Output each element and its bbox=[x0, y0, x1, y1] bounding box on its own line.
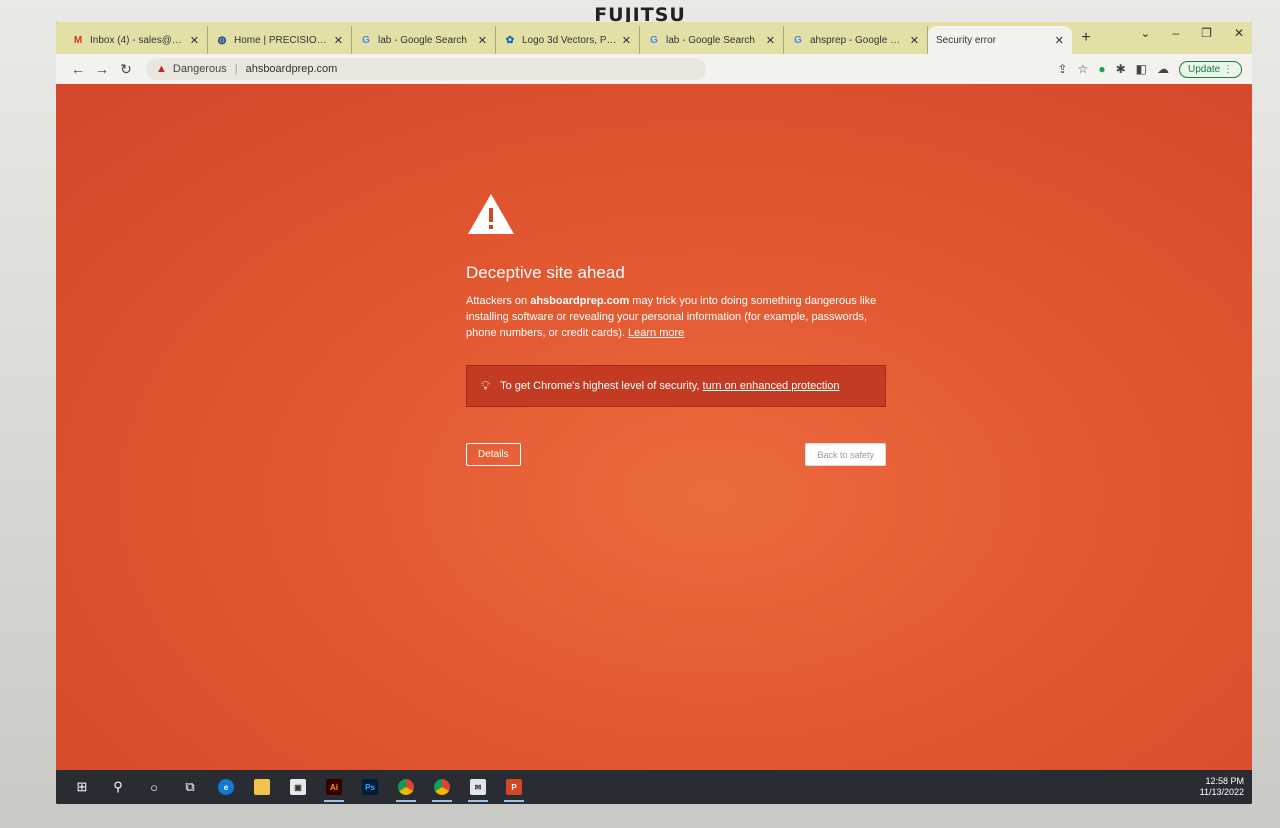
tab-ahsprep-search[interactable]: G ahsprep - Google Search ✕ bbox=[784, 26, 928, 54]
description-prefix: Attackers on bbox=[466, 295, 531, 307]
tab-title: lab - Google Search bbox=[666, 34, 755, 46]
task-view-icon[interactable]: ⧉ bbox=[172, 770, 208, 804]
close-window-icon[interactable]: ✕ bbox=[1234, 26, 1244, 40]
omnibox-divider: | bbox=[234, 63, 238, 75]
tab-lab-search-2[interactable]: G lab - Google Search ✕ bbox=[640, 26, 784, 54]
tab-title: Home | PRECISION ACCOU bbox=[234, 34, 330, 46]
tab-title: lab - Google Search bbox=[378, 34, 467, 46]
tab-inbox[interactable]: M Inbox (4) - sales@bluskyir ✕ bbox=[64, 26, 208, 54]
app-icon[interactable]: ✉ bbox=[460, 770, 496, 804]
restore-icon[interactable]: ❐ bbox=[1201, 26, 1212, 40]
action-buttons: Details Back to safety bbox=[466, 443, 886, 466]
side-panel-icon[interactable]: ◧ bbox=[1136, 62, 1147, 76]
google-icon: G bbox=[650, 34, 658, 46]
windows-start-icon[interactable]: ⊞ bbox=[64, 770, 100, 804]
chrome-icon[interactable] bbox=[388, 770, 424, 804]
puzzle-icon[interactable]: ✱ bbox=[1116, 62, 1126, 76]
warning-triangle-icon[interactable]: ▲ bbox=[156, 63, 167, 75]
dangerous-domain: ahsboardprep.com bbox=[530, 295, 630, 307]
tab-title: Logo 3d Vectors, Photos a bbox=[522, 34, 618, 46]
tab-title: Security error bbox=[936, 34, 997, 46]
site-icon: ◍ bbox=[217, 34, 227, 46]
tab-logo-vectors[interactable]: ✿ Logo 3d Vectors, Photos a ✕ bbox=[496, 26, 640, 54]
forward-arrow-icon[interactable]: → bbox=[90, 61, 114, 77]
cortana-icon[interactable]: ○ bbox=[136, 770, 172, 804]
gmail-icon: M bbox=[73, 34, 83, 46]
extension-grammarly-icon[interactable]: ● bbox=[1098, 62, 1105, 76]
share-icon[interactable]: ⇪ bbox=[1057, 62, 1067, 76]
tab-strip: M Inbox (4) - sales@bluskyir ✕ ◍ Home | … bbox=[56, 22, 1252, 54]
new-tab-button[interactable]: + bbox=[1072, 29, 1100, 47]
details-button[interactable]: Details bbox=[466, 443, 521, 466]
warning-icon bbox=[468, 194, 514, 234]
update-button[interactable]: Update ⋮ bbox=[1178, 60, 1242, 78]
interstitial-page: Deceptive site ahead Attackers on ahsboa… bbox=[56, 84, 1252, 770]
page-title: Deceptive site ahead bbox=[466, 263, 625, 282]
close-icon[interactable]: ✕ bbox=[478, 34, 487, 47]
back-to-safety-button[interactable]: Back to safety bbox=[805, 443, 886, 466]
search-icon[interactable]: ⚲ bbox=[100, 770, 136, 804]
monitor-bezel: FUJITSU M Inbox (4) - sales@bluskyir ✕ ◍… bbox=[0, 0, 1280, 828]
lightbulb-icon: 💡︎ bbox=[481, 378, 491, 393]
photoshop-icon[interactable]: Ps bbox=[352, 770, 388, 804]
enhanced-protection-banner: 💡︎ To get Chrome's highest level of secu… bbox=[466, 365, 886, 407]
learn-more-link[interactable]: Learn more bbox=[628, 327, 684, 339]
enhanced-protection-link[interactable]: turn on enhanced protection bbox=[703, 380, 840, 392]
update-label: Update bbox=[1187, 63, 1221, 75]
clock-time: 12:58 PM bbox=[1205, 776, 1244, 786]
close-icon[interactable]: ✕ bbox=[334, 34, 343, 47]
warning-description: Attackers on ahsboardprep.com may trick … bbox=[466, 293, 886, 341]
toolbar-actions: ⇪ ☆ ● ✱ ◧ ☁ Update ⋮ bbox=[1057, 60, 1242, 78]
enhanced-protection-text: To get Chrome's highest level of securit… bbox=[500, 380, 839, 392]
taskbar: ⊞ ⚲ ○ ⧉ e ▣ Ai Ps ✉ P 12:58 PM 11/13/202… bbox=[56, 770, 1252, 804]
chrome-profile-icon[interactable] bbox=[424, 770, 460, 804]
site-icon: ✿ bbox=[505, 34, 515, 46]
interstitial-content: Deceptive site ahead Attackers on ahsboa… bbox=[466, 192, 886, 466]
system-clock[interactable]: 12:58 PM 11/13/2022 bbox=[1200, 776, 1244, 798]
screen: M Inbox (4) - sales@bluskyir ✕ ◍ Home | … bbox=[56, 22, 1252, 804]
google-icon: G bbox=[362, 34, 370, 46]
enhanced-prefix: To get Chrome's highest level of securit… bbox=[500, 380, 703, 392]
profile-cloud-icon[interactable]: ☁ bbox=[1157, 62, 1169, 76]
tab-lab-search[interactable]: G lab - Google Search ✕ bbox=[352, 26, 496, 54]
reload-icon[interactable]: ↻ bbox=[114, 61, 138, 78]
toolbar: ← → ↻ ▲ Dangerous | ahsboardprep.com ⇪ ☆… bbox=[56, 54, 1252, 84]
bookmark-star-icon[interactable]: ☆ bbox=[1078, 62, 1089, 76]
close-icon[interactable]: ✕ bbox=[1055, 34, 1064, 47]
illustrator-icon[interactable]: Ai bbox=[316, 770, 352, 804]
close-icon[interactable]: ✕ bbox=[622, 34, 631, 47]
clock-date: 11/13/2022 bbox=[1199, 787, 1244, 797]
chevron-down-icon[interactable]: ⌄ bbox=[1140, 26, 1150, 40]
powerpoint-icon[interactable]: P bbox=[496, 770, 532, 804]
close-icon[interactable]: ✕ bbox=[190, 34, 199, 47]
tab-security-error[interactable]: Security error ✕ bbox=[928, 26, 1072, 54]
back-arrow-icon[interactable]: ← bbox=[66, 61, 90, 77]
window-controls: ⌄ – ❐ ✕ bbox=[1140, 26, 1244, 40]
address-bar[interactable]: ▲ Dangerous | ahsboardprep.com bbox=[146, 58, 706, 80]
google-icon: G bbox=[794, 34, 802, 46]
close-icon[interactable]: ✕ bbox=[910, 34, 919, 47]
tab-title: Inbox (4) - sales@bluskyir bbox=[90, 34, 186, 46]
tab-precision[interactable]: ◍ Home | PRECISION ACCOU ✕ bbox=[208, 26, 352, 54]
file-explorer-icon[interactable] bbox=[244, 770, 280, 804]
url-text: ahsboardprep.com bbox=[245, 63, 338, 75]
minimize-icon[interactable]: – bbox=[1172, 26, 1179, 40]
store-icon[interactable]: ▣ bbox=[280, 770, 316, 804]
security-status: Dangerous bbox=[172, 63, 227, 75]
close-icon[interactable]: ✕ bbox=[766, 34, 775, 47]
edge-icon[interactable]: e bbox=[208, 770, 244, 804]
tab-title: ahsprep - Google Search bbox=[810, 34, 906, 46]
